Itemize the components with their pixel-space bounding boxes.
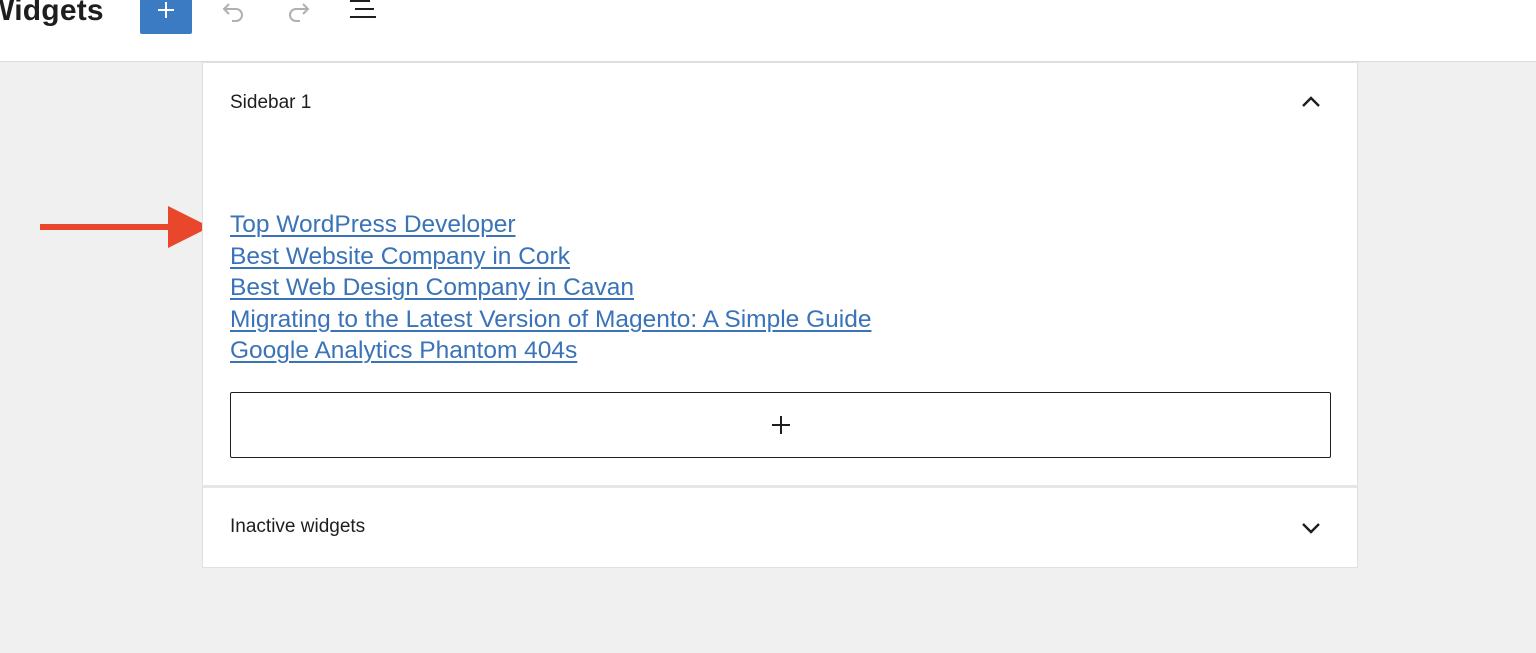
plus-icon [771,416,790,434]
list-view-button[interactable] [346,0,382,30]
post-link[interactable]: Best Web Design Company in Cavan [230,274,634,301]
sidebar-1-header[interactable]: Sidebar 1 [203,63,1357,143]
list-view-icon [350,0,376,18]
post-link[interactable]: Top WordPress Developer [230,211,516,238]
annotation-arrow-icon [40,206,210,248]
list-item: Google Analytics Phantom 404s [230,335,871,367]
inactive-widgets-header[interactable]: Inactive widgets [203,488,1357,568]
redo-icon [289,3,310,22]
undo-icon [222,3,243,22]
redo-button[interactable] [281,0,317,30]
page-title: Widgets [0,0,104,27]
add-block-button[interactable] [140,0,192,34]
post-link[interactable]: Best Website Company in Cork [230,243,570,270]
list-item: Migrating to the Latest Version of Magen… [230,304,871,336]
widget-area-panel: Sidebar 1 Top WordPress Developer Best W… [202,62,1358,568]
chevron-up-icon[interactable] [1299,90,1323,114]
recent-posts-list: Top WordPress Developer Best Website Com… [230,209,871,367]
editor-header: Widgets [0,0,1536,62]
plus-icon [158,2,174,18]
inactive-widgets-title: Inactive widgets [230,516,366,537]
chevron-down-icon[interactable] [1299,516,1323,540]
post-link[interactable]: Google Analytics Phantom 404s [230,337,577,364]
undo-button[interactable] [215,0,251,30]
sidebar-1-title: Sidebar 1 [230,92,312,113]
list-item: Best Website Company in Cork [230,241,871,273]
list-item: Top WordPress Developer [230,209,871,241]
block-appender-button[interactable] [230,392,1331,458]
list-item: Best Web Design Company in Cavan [230,272,871,304]
post-link[interactable]: Migrating to the Latest Version of Magen… [230,306,871,333]
